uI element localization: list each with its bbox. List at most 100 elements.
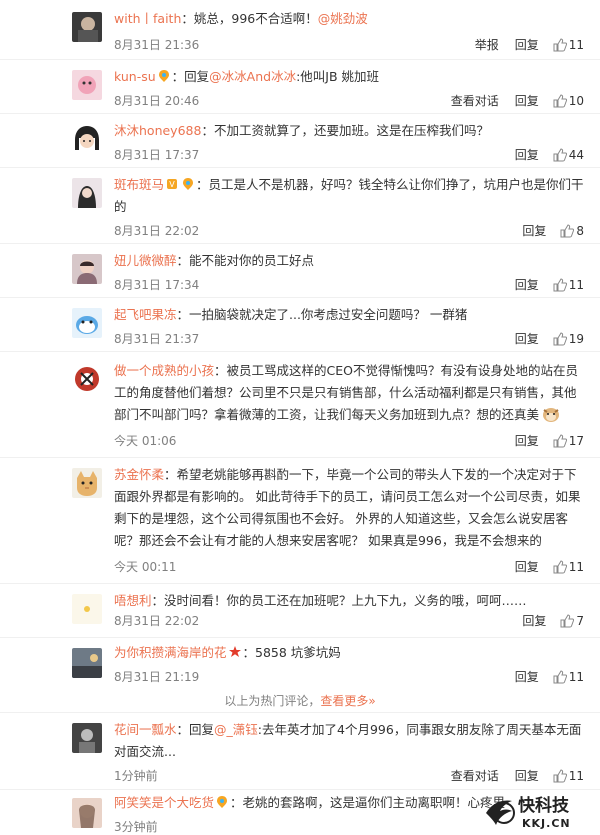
like-button[interactable]: 11	[553, 769, 584, 783]
comment-text: ：老姚的套路啊，这是逼你们主动离职啊！心疼里	[230, 795, 506, 810]
like-button[interactable]: 19	[553, 332, 584, 346]
username-link[interactable]: with丨faith	[114, 11, 181, 26]
mention-link[interactable]: @_潇钰	[214, 722, 258, 737]
like-button[interactable]: 11	[553, 38, 584, 52]
comment-body: 为你积攒满海岸的花 ：5858 坑爹坑妈	[114, 642, 586, 664]
comment-item: kun-su ：回复@冰冰And冰冰:他叫JB 姚加班 8月31日 20:46 查…	[0, 60, 600, 114]
username-link[interactable]: 沐沐honey688	[114, 123, 201, 138]
thumb-up-icon	[553, 331, 567, 345]
comment-time: 8月31日 17:34	[114, 278, 200, 292]
like-button[interactable]: 11	[553, 670, 584, 684]
username-link[interactable]: 花间一瓢水	[114, 722, 177, 737]
like-button[interactable]: 7	[560, 614, 584, 628]
comment-item: 做一个成熟的小孩：被员工骂成这样的CEO不觉得惭愧吗？有没有设身处地的站在员工的…	[0, 352, 600, 458]
reply-button[interactable]: 回复	[522, 222, 546, 239]
avatar[interactable]	[72, 308, 102, 338]
thumb-up-icon	[553, 768, 567, 782]
reply-button[interactable]: 回复	[515, 36, 539, 53]
avatar[interactable]	[72, 178, 102, 208]
comment-time: 8月31日 21:36	[114, 38, 200, 52]
comment-item: 妞儿微微醉：能不能对你的员工好点 8月31日 17:34 回复 11	[0, 244, 600, 298]
like-count: 11	[568, 277, 584, 292]
like-count: 44	[568, 147, 584, 162]
thumb-up-icon	[553, 433, 567, 447]
mention-link[interactable]: @冰冰And冰冰	[209, 69, 296, 84]
comment-body: 唔想利：没时间看！你的员工还在加班呢？上九下九，义务的哦，呵呵……	[114, 590, 586, 612]
like-count: 17	[568, 433, 584, 448]
like-count: 7	[576, 613, 584, 628]
username-link[interactable]: 苏金怀柔	[114, 467, 164, 482]
reply-button[interactable]: 回复	[515, 330, 539, 347]
hot-comments-more-bar: 以上为热门评论，查看更多»	[0, 692, 600, 709]
reply-button[interactable]: 回复	[515, 767, 539, 784]
mention-link[interactable]: @姚劲波	[318, 11, 368, 26]
comment-item: 苏金怀柔：希望老姚能够再斟酌一下，毕竟一个公司的带头人下发的一个决定对于下面跟外…	[0, 458, 600, 584]
thumb-up-icon	[553, 93, 567, 107]
like-count: 11	[568, 669, 584, 684]
reply-button[interactable]: 回复	[522, 612, 546, 629]
username-link[interactable]: 斑布斑马	[114, 177, 164, 192]
thumb-up-icon	[553, 147, 567, 161]
like-button[interactable]: 44	[553, 148, 584, 162]
thumb-up-icon	[553, 669, 567, 683]
username-link[interactable]: 为你积攒满海岸的花	[114, 645, 227, 660]
username-link[interactable]: 做一个成熟的小孩	[114, 363, 214, 378]
comment-time: 1分钟前	[114, 769, 158, 783]
reply-button[interactable]: 回复	[515, 558, 539, 575]
watermark-name: 快科技	[518, 795, 570, 816]
comment-item: 唔想利：没时间看！你的员工还在加班呢？上九下九，义务的哦，呵呵…… 8月31日 …	[0, 584, 600, 638]
avatar[interactable]	[72, 648, 102, 678]
star-badge-icon	[228, 646, 241, 657]
reply-button[interactable]: 回复	[515, 276, 539, 293]
like-button[interactable]: 11	[553, 560, 584, 574]
comment-time: 8月31日 17:37	[114, 148, 200, 162]
avatar[interactable]	[72, 798, 102, 828]
comment-text: ：5858 坑爹坑妈	[242, 645, 341, 660]
comment-item: with丨faith：姚总，996不合适啊！@姚劲波 8月31日 21:36 举…	[0, 0, 600, 60]
view-more-link[interactable]: 查看更多»	[320, 694, 375, 708]
like-button[interactable]: 17	[553, 434, 584, 448]
username-link[interactable]: kun-su	[114, 69, 156, 84]
thumb-up-icon	[560, 613, 575, 627]
username-link[interactable]: 阿笑笑是个大吃货	[114, 795, 214, 810]
comment-time: 今天 01:06	[114, 434, 177, 448]
reply-button[interactable]: 回复	[515, 668, 539, 685]
like-count: 8	[576, 223, 584, 238]
like-button[interactable]: 11	[553, 278, 584, 292]
avatar[interactable]	[72, 124, 102, 154]
dog-emoji-icon	[543, 408, 560, 422]
avatar[interactable]	[72, 723, 102, 753]
comment-body: 斑布斑马 V ：员工是人不是机器，好吗？钱全特么让你们挣了，坑用户也是你们干的	[114, 174, 586, 218]
reply-button[interactable]: 回复	[515, 92, 539, 109]
comment-body: 起飞吧果冻：一拍脑袋就决定了...你考虑过安全问题吗？ 一群猪	[114, 304, 586, 326]
report-button[interactable]: 举报	[475, 36, 499, 53]
comment-text: :他叫JB 姚加班	[296, 69, 380, 84]
like-button[interactable]: 10	[553, 94, 584, 108]
like-count: 10	[568, 93, 584, 108]
avatar[interactable]	[72, 594, 102, 624]
thumb-up-icon	[553, 37, 567, 51]
comment-body: 花间一瓢水：回复@_潇钰:去年英才加了4个月996，同事跟女朋友除了周天基本无面…	[114, 719, 586, 763]
avatar[interactable]	[72, 12, 102, 42]
avatar[interactable]	[72, 468, 102, 498]
username-link[interactable]: 妞儿微微醉	[114, 253, 177, 268]
like-count: 11	[568, 37, 584, 52]
username-link[interactable]: 唔想利	[114, 593, 152, 608]
comment-body: with丨faith：姚总，996不合适啊！@姚劲波	[114, 8, 586, 30]
username-link[interactable]: 起飞吧果冻	[114, 307, 177, 322]
like-count: 11	[568, 768, 584, 783]
view-conversation-button[interactable]: 查看对话	[451, 767, 499, 784]
hot-comments-label: 以上为热门评论，	[224, 694, 321, 708]
comment-text: ：能不能对你的员工好点	[176, 253, 315, 268]
comment-text: ：一拍脑袋就决定了...你考虑过安全问题吗？ 一群猪	[176, 307, 468, 322]
avatar[interactable]	[72, 254, 102, 284]
view-conversation-button[interactable]: 查看对话	[451, 92, 499, 109]
avatar[interactable]	[72, 70, 102, 100]
comment-text-prefix: ：回复	[176, 722, 215, 737]
like-button[interactable]: 8	[560, 224, 584, 238]
comment-item: 为你积攒满海岸的花 ：5858 坑爹坑妈 8月31日 21:19 回复 11	[0, 638, 600, 690]
reply-button[interactable]: 回复	[515, 146, 539, 163]
comment-time: 8月31日 20:46	[114, 94, 200, 108]
avatar[interactable]	[72, 364, 102, 394]
reply-button[interactable]: 回复	[515, 432, 539, 449]
